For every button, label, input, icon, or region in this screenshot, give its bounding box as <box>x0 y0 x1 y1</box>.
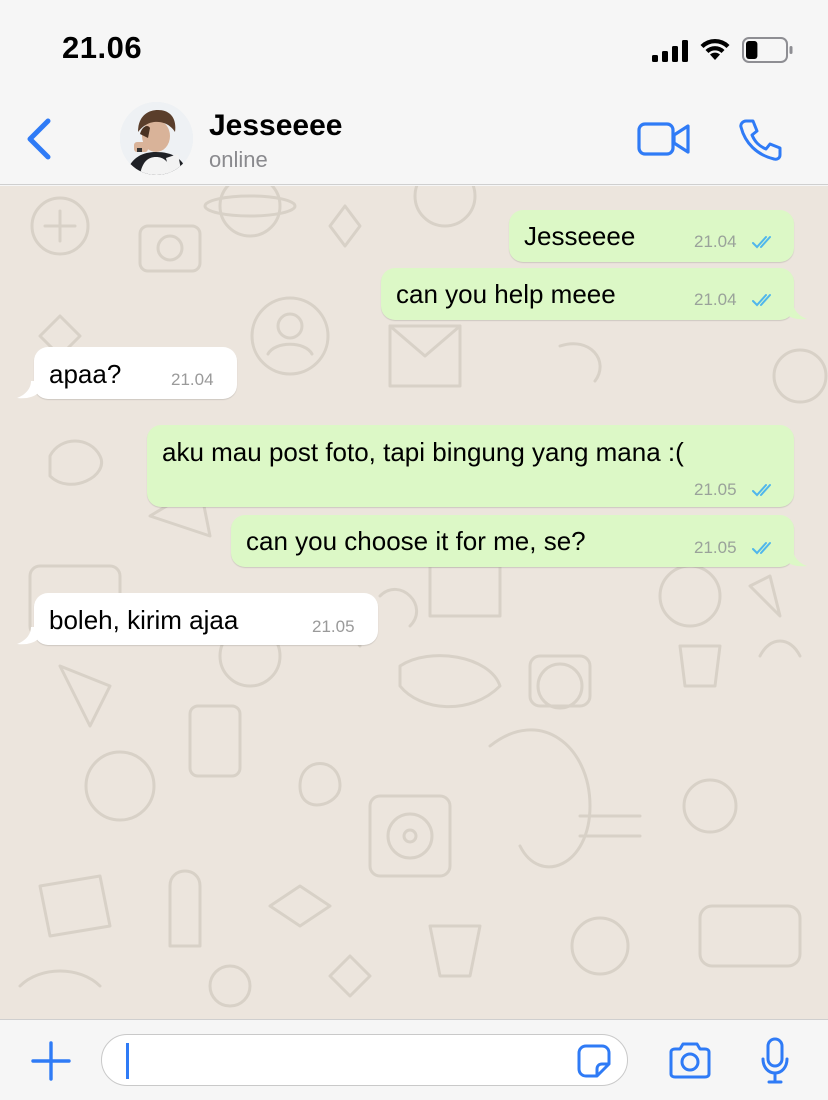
bubble-tail <box>787 549 807 567</box>
message-bubble-outgoing[interactable]: can you choose it for me, se? 21.05 <box>231 515 807 567</box>
text-caret <box>126 1043 129 1079</box>
message-bubble-outgoing[interactable]: can you help meee 21.04 <box>381 268 807 320</box>
contact-name[interactable]: Jesseeee <box>209 109 342 143</box>
bubble-tail <box>787 302 807 320</box>
wifi-icon <box>700 38 730 60</box>
microphone-icon[interactable] <box>760 1037 790 1085</box>
chat-area[interactable]: Jesseeee 21.04 can you help meee 21.04 a… <box>0 186 828 1019</box>
camera-icon[interactable] <box>667 1042 713 1080</box>
back-chevron-icon[interactable] <box>22 116 56 162</box>
message-time: 21.04 <box>694 232 737 251</box>
battery-icon <box>742 37 793 63</box>
message-text: Jesseeee <box>524 221 636 251</box>
sticker-icon[interactable] <box>576 1043 612 1079</box>
contact-status: online <box>209 147 268 172</box>
plus-icon[interactable] <box>30 1040 72 1082</box>
avatar[interactable] <box>120 102 193 175</box>
message-time: 21.05 <box>312 617 355 636</box>
message-text: can you choose it for me, se? <box>246 526 586 556</box>
bubble-tail <box>17 381 37 399</box>
message-bubble-outgoing[interactable]: aku mau post foto, tapi bingung yang man… <box>147 425 794 507</box>
message-text: apaa? <box>49 359 122 389</box>
read-receipt-icon <box>752 294 771 307</box>
message-time: 21.05 <box>694 480 737 499</box>
message-text: boleh, kirim ajaa <box>49 605 239 635</box>
read-receipt-icon <box>752 542 771 555</box>
status-bar: 21.06 <box>0 0 828 96</box>
message-bubble-incoming[interactable]: apaa? 21.04 <box>17 347 237 399</box>
status-time: 21.06 <box>62 30 143 65</box>
message-text: can you help meee <box>396 279 616 309</box>
read-receipt-icon <box>752 484 771 497</box>
video-camera-icon[interactable] <box>637 120 691 158</box>
message-time: 21.04 <box>171 370 214 389</box>
message-input[interactable] <box>124 1041 564 1079</box>
message-time: 21.04 <box>694 290 737 309</box>
message-bubble-outgoing[interactable]: Jesseeee 21.04 <box>509 210 794 262</box>
chat-header: Jesseeee online <box>0 96 828 185</box>
read-receipt-icon <box>752 236 771 249</box>
phone-icon[interactable] <box>738 118 782 162</box>
message-bubble-incoming[interactable]: boleh, kirim ajaa 21.05 <box>17 593 378 645</box>
message-time: 21.05 <box>694 538 737 557</box>
bubble-tail <box>17 627 37 645</box>
message-text: aku mau post foto, tapi bingung yang man… <box>162 437 684 467</box>
avatar-photo <box>120 102 193 175</box>
message-field[interactable] <box>101 1034 628 1086</box>
cellular-signal-icon <box>652 40 688 62</box>
input-bar <box>0 1019 828 1100</box>
